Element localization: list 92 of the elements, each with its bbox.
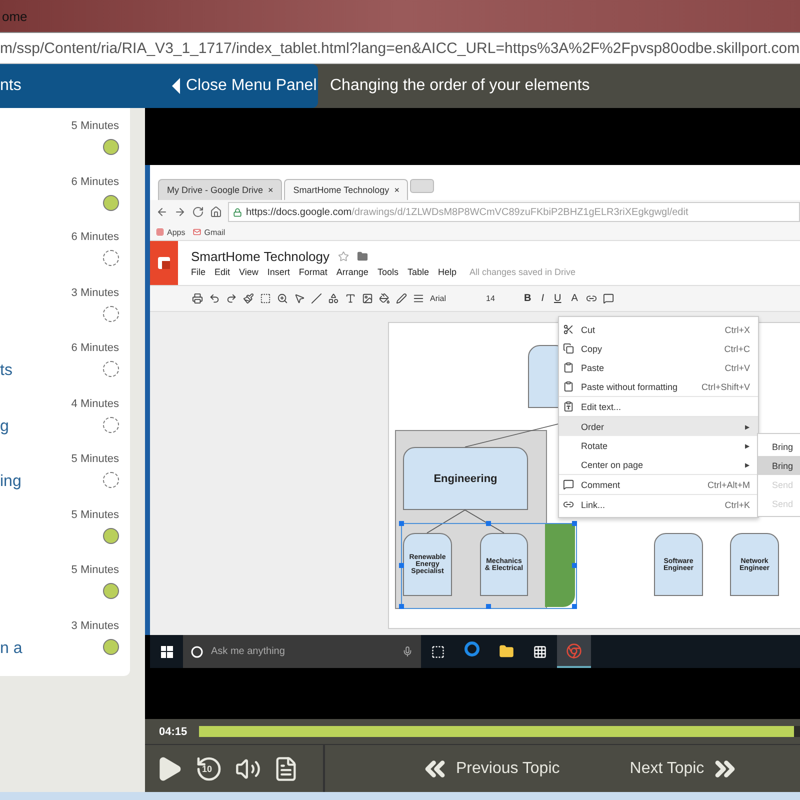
border-weight-icon[interactable] — [413, 293, 424, 304]
cut-icon — [563, 324, 574, 336]
menu-item[interactable]: Paste without formatting Ctrl+Shift+V — [559, 377, 758, 396]
topic-duration: 4 Minutes — [71, 398, 119, 410]
format-button[interactable]: I — [539, 293, 546, 304]
window-title: ome — [1, 8, 28, 24]
font-dropdown[interactable]: Arial — [430, 294, 480, 304]
topic-title: Changing the order of your elements — [329, 76, 590, 96]
menu-item[interactable]: Insert — [267, 266, 290, 277]
browser-tab[interactable]: SmartHome Technology × — [284, 178, 408, 200]
paste-icon — [563, 381, 574, 392]
save-status: All changes saved in Drive — [470, 266, 576, 277]
undo-icon[interactable] — [209, 293, 220, 304]
lock-icon — [233, 208, 242, 217]
shape-icon[interactable] — [328, 293, 339, 304]
redo-icon[interactable] — [226, 293, 237, 304]
paste-icon — [563, 362, 574, 374]
border-color-icon[interactable] — [396, 293, 407, 304]
menu-item[interactable]: View — [239, 266, 258, 277]
topic-title[interactable]: g — [0, 418, 9, 436]
next-topic-button[interactable]: Next Topic — [630, 754, 740, 784]
topic-title[interactable]: ts — [0, 362, 12, 380]
menu-item[interactable]: Comment Ctrl+Alt+M — [559, 475, 758, 494]
microphone-icon[interactable] — [402, 646, 413, 657]
home-icon[interactable] — [210, 206, 222, 218]
print-icon[interactable] — [192, 293, 203, 304]
previous-topic-button[interactable]: Previous Topic — [420, 754, 560, 784]
cortana-circle-icon — [191, 646, 203, 658]
format-button[interactable]: U — [552, 293, 564, 304]
link-icon — [563, 499, 574, 510]
zoom-icon[interactable] — [277, 293, 288, 304]
menu-item[interactable]: Help — [438, 266, 456, 277]
replay-button[interactable]: 10 — [195, 754, 223, 783]
search-field[interactable]: Ask me anything — [209, 645, 396, 658]
caret-left-icon — [172, 78, 180, 94]
comment-icon — [563, 479, 574, 490]
menu-item[interactable]: Copy Ctrl+C — [559, 339, 758, 358]
menu-item[interactable]: Edit text... — [559, 397, 758, 416]
format-button[interactable]: A — [569, 293, 580, 304]
menu-item[interactable]: Paste Ctrl+V — [559, 358, 758, 378]
bookmark[interactable]: Gmail — [193, 228, 226, 237]
menu-item[interactable]: Cut Ctrl+X — [559, 320, 758, 340]
fill-color-icon[interactable] — [379, 293, 390, 304]
format-button[interactable]: B — [522, 293, 534, 304]
menu-item[interactable]: Edit — [214, 266, 230, 277]
topic-duration: 5 Minutes — [71, 508, 119, 520]
topic-duration: 5 Minutes — [71, 120, 119, 132]
paint-format-icon[interactable] — [243, 293, 254, 304]
link-icon[interactable] — [586, 293, 597, 304]
browser-tab[interactable]: My Drive - Google Drive × — [158, 178, 282, 200]
line-icon[interactable] — [311, 293, 322, 304]
menu-item[interactable]: File — [191, 266, 206, 277]
text-icon — [563, 401, 574, 412]
apps-grid-icon — [156, 228, 164, 236]
topic-duration: 5 Minutes — [71, 453, 119, 465]
menu-panel-title: nts — [0, 64, 160, 108]
drawings-logo-icon[interactable] — [150, 240, 178, 286]
menu-item[interactable]: Table — [407, 266, 429, 277]
image-icon[interactable] — [362, 293, 373, 304]
topic-duration: 3 Minutes — [71, 620, 119, 632]
select-icon[interactable] — [294, 293, 305, 304]
menu-item[interactable]: Arrange — [336, 266, 368, 277]
menu-item[interactable]: Tools — [377, 266, 398, 277]
comment-icon[interactable] — [602, 293, 614, 304]
submenu-item[interactable]: Bring — [758, 456, 800, 476]
text-box-icon[interactable] — [345, 293, 356, 304]
topic-duration: 6 Minutes — [71, 231, 119, 243]
copy-icon — [563, 343, 574, 354]
mail-icon — [193, 228, 202, 236]
url-field[interactable]: https://docs.google.com/drawings/d/1ZLWDsM8P8WCmVC89zuFKbiP2BHZ1gELR3riXEgkgwgl/edit — [228, 202, 800, 222]
topic-title[interactable]: n a — [0, 640, 22, 658]
star-icon[interactable] — [338, 250, 348, 262]
topic-title[interactable]: ing — [0, 473, 22, 491]
topic-duration: 6 Minutes — [71, 342, 119, 354]
topic-duration: 3 Minutes — [71, 286, 119, 298]
font-size-dropdown[interactable]: 14 — [486, 294, 516, 304]
topic-duration: 5 Minutes — [71, 564, 119, 576]
elapsed-time: 04:15 — [159, 726, 188, 738]
chrome-icon[interactable] — [557, 635, 591, 668]
back-icon[interactable] — [156, 206, 168, 218]
bookmark[interactable]: Apps — [156, 228, 186, 237]
taskbar-search-field[interactable]: Ask me anything — [183, 635, 421, 668]
close-menu-panel-button[interactable]: Close Menu Panel — [160, 64, 318, 108]
selection-box[interactable] — [401, 523, 577, 610]
select-area-icon[interactable] — [260, 293, 271, 304]
menu-item[interactable]: Format — [298, 266, 328, 277]
document-title[interactable]: SmartHome Technology — [191, 248, 330, 264]
topic-duration: 6 Minutes — [71, 176, 119, 188]
diagram-box: Engineering — [403, 447, 528, 510]
menu-item[interactable]: Link... Ctrl+K — [559, 495, 758, 514]
forward-icon[interactable] — [174, 206, 186, 218]
reload-icon[interactable] — [192, 206, 204, 218]
